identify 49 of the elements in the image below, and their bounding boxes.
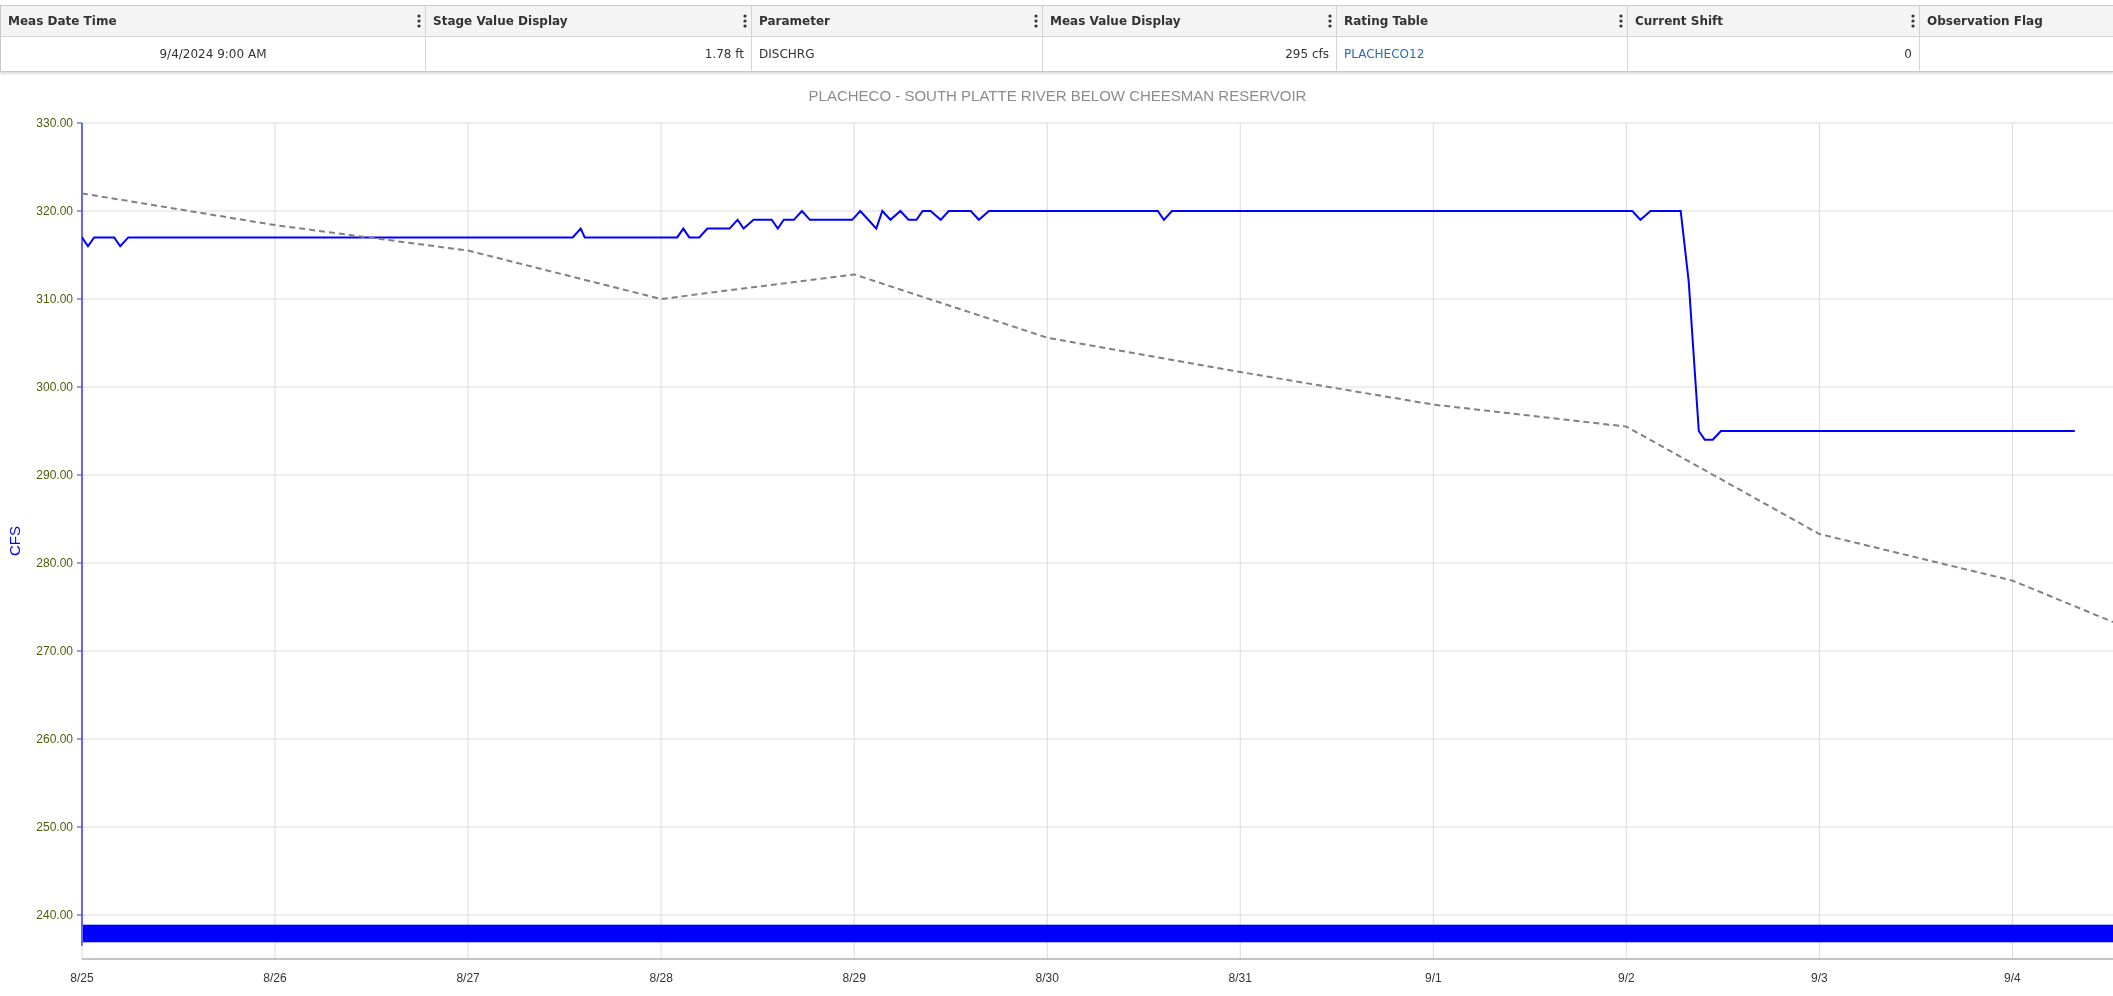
kebab-menu-icon[interactable] bbox=[417, 14, 421, 28]
y-tick-label: 270.00 bbox=[36, 644, 73, 658]
y-tick-label: 300.00 bbox=[36, 380, 73, 394]
x-tick-label: 8/27 bbox=[456, 971, 480, 985]
column-header[interactable]: Rating Table bbox=[1337, 6, 1628, 37]
column-header[interactable]: Current Shift bbox=[1628, 6, 1920, 37]
table-cell: 9/4/2024 9:00 AM bbox=[1, 37, 426, 71]
kebab-menu-icon[interactable] bbox=[1619, 14, 1623, 28]
x-tick-label: 9/1 bbox=[1425, 971, 1442, 985]
column-header-label: Current Shift bbox=[1635, 14, 1724, 28]
table-cell: 1.78 ft bbox=[426, 37, 752, 71]
x-tick-label: 9/3 bbox=[1811, 971, 1828, 985]
table-cell: DISCHRG bbox=[752, 37, 1043, 71]
column-header-label: Rating Table bbox=[1344, 14, 1429, 28]
x-tick-label: 8/30 bbox=[1035, 971, 1059, 985]
column-header-label: Observation Flag bbox=[1927, 14, 2043, 28]
kebab-menu-icon[interactable] bbox=[1034, 14, 1038, 28]
y-tick-label: 330.00 bbox=[36, 116, 73, 130]
kebab-menu-icon[interactable] bbox=[1911, 14, 1915, 28]
y-tick-label: 290.00 bbox=[36, 468, 73, 482]
y-tick-label: 240.00 bbox=[36, 908, 73, 922]
column-header-label: Parameter bbox=[759, 14, 831, 28]
table-cell: 0 bbox=[1628, 37, 1920, 71]
x-tick-label: 8/25 bbox=[70, 971, 94, 985]
column-header-label: Meas Value Display bbox=[1050, 14, 1181, 28]
y-tick-label: 260.00 bbox=[36, 732, 73, 746]
y-tick-label: 250.00 bbox=[36, 820, 73, 834]
column-header[interactable]: Observation Flag bbox=[1920, 6, 2113, 37]
y-tick-label: 280.00 bbox=[36, 556, 73, 570]
y-tick-label: 310.00 bbox=[36, 292, 73, 306]
x-tick-label: 8/26 bbox=[263, 971, 287, 985]
rating-table-link[interactable]: PLACHECO12 bbox=[1344, 47, 1425, 61]
y-tick-label: 320.00 bbox=[36, 204, 73, 218]
column-header[interactable]: Meas Date Time bbox=[1, 6, 426, 37]
column-header-label: Meas Date Time bbox=[8, 14, 117, 28]
y-axis-label: CFS bbox=[6, 526, 23, 556]
table-cell: 295 cfs bbox=[1043, 37, 1337, 71]
x-tick-label: 8/31 bbox=[1228, 971, 1252, 985]
x-tick-label: 8/29 bbox=[842, 971, 866, 985]
kebab-menu-icon[interactable] bbox=[1328, 14, 1332, 28]
column-header[interactable]: Meas Value Display bbox=[1043, 6, 1337, 37]
column-header[interactable]: Parameter bbox=[752, 6, 1043, 37]
x-tick-label: 9/4 bbox=[2004, 971, 2021, 985]
chart-title: PLACHECO - SOUTH PLATTE RIVER BELOW CHEESMAN RESERVOIR bbox=[808, 87, 1307, 104]
column-header-label: Stage Value Display bbox=[433, 14, 568, 28]
x-tick-label: 8/28 bbox=[649, 971, 673, 985]
kebab-menu-icon[interactable] bbox=[743, 14, 747, 28]
column-header[interactable]: Stage Value Display bbox=[426, 6, 752, 37]
x-tick-label: 9/2 bbox=[1618, 971, 1635, 985]
